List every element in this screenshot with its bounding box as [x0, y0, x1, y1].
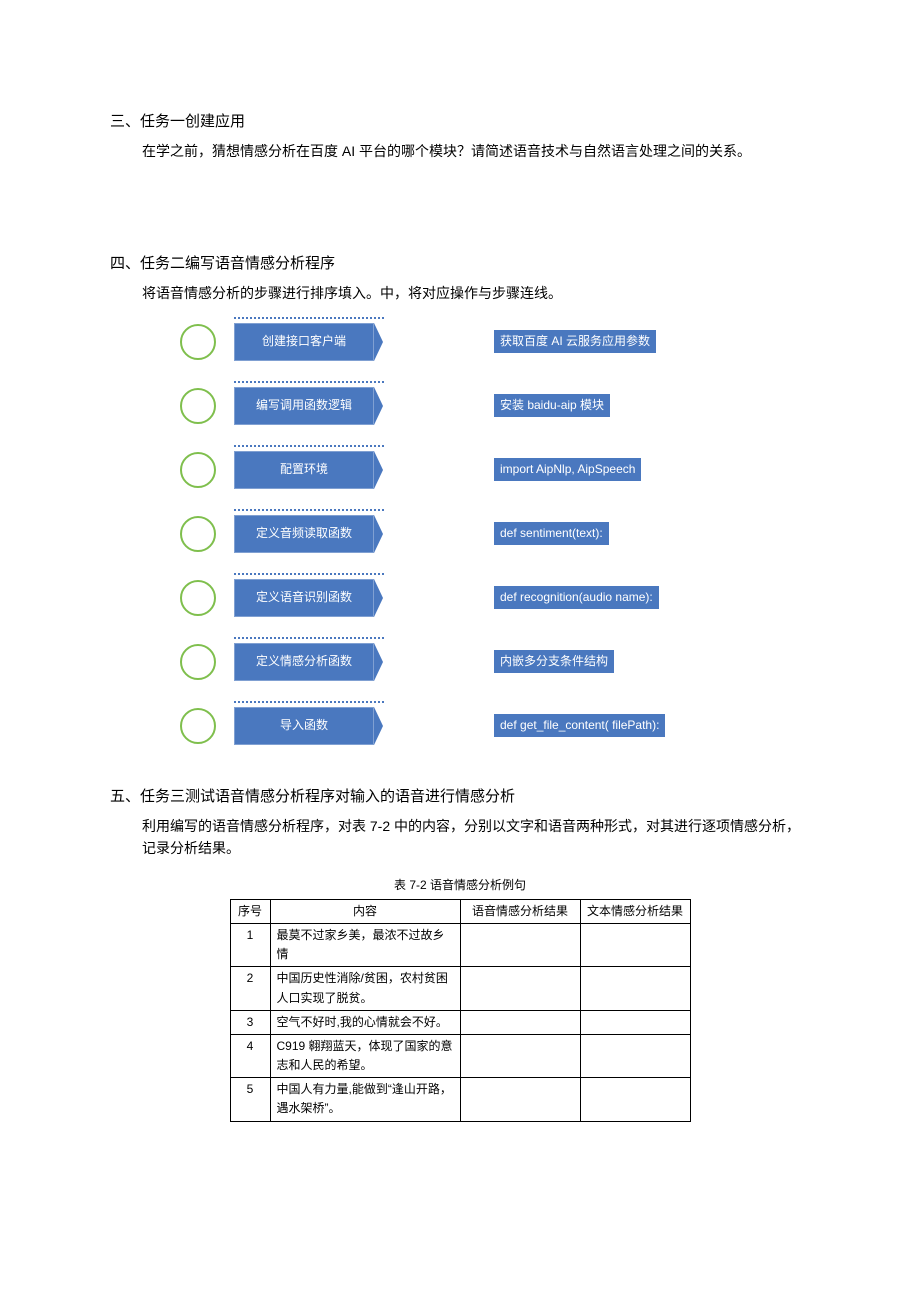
cell-text-result[interactable]: [580, 923, 690, 966]
step-label: 配置环境: [280, 460, 328, 479]
header-seq: 序号: [230, 899, 270, 923]
operation-label[interactable]: 获取百度 AI 云服务应用参数: [494, 330, 656, 353]
cell-content: 空气不好时,我的心情就会不好。: [270, 1010, 460, 1034]
cell-voice-result[interactable]: [460, 923, 580, 966]
sentiment-table: 序号 内容 语音情感分析结果 文本情感分析结果 1 最莫不过家乡美，最浓不过故乡…: [230, 899, 691, 1122]
section-3-text: 在学之前，猜想情感分析在百度 AI 平台的哪个模块？请简述语音技术与自然语言处理…: [142, 140, 810, 162]
header-content: 内容: [270, 899, 460, 923]
table-header-row: 序号 内容 语音情感分析结果 文本情感分析结果: [230, 899, 690, 923]
section-task-1: 三、任务一创建应用 在学之前，猜想情感分析在百度 AI 平台的哪个模块？请简述语…: [110, 110, 810, 162]
cell-seq: 5: [230, 1078, 270, 1121]
match-row: 创建接口客户端 获取百度 AI 云服务应用参数: [180, 323, 810, 361]
cell-text-result[interactable]: [580, 967, 690, 1010]
cell-voice-result[interactable]: [460, 1078, 580, 1121]
cell-content: 最莫不过家乡美，最浓不过故乡情: [270, 923, 460, 966]
cell-seq: 3: [230, 1010, 270, 1034]
match-row: 导入函数 def get_file_content( filePath):: [180, 707, 810, 745]
section-4-body: 将语音情感分析的步骤进行排序填入。中，将对应操作与步骤连线。: [110, 282, 810, 304]
cell-voice-result[interactable]: [460, 1034, 580, 1077]
cell-voice-result[interactable]: [460, 967, 580, 1010]
cell-content: 中国历史性消除/贫困，农村贫困人口实现了脱贫。: [270, 967, 460, 1010]
step-pill[interactable]: 配置环境: [234, 451, 374, 489]
cell-seq: 4: [230, 1034, 270, 1077]
step-label: 编写调用函数逻辑: [256, 396, 352, 415]
section-5-text: 利用编写的语音情感分析程序，对表 7-2 中的内容，分别以文字和语音两种形式，对…: [142, 815, 810, 860]
order-circle[interactable]: [180, 708, 216, 744]
order-circle[interactable]: [180, 516, 216, 552]
operation-label[interactable]: def get_file_content( filePath):: [494, 714, 665, 737]
table-row: 2 中国历史性消除/贫困，农村贫困人口实现了脱贫。: [230, 967, 690, 1010]
section-3-body: 在学之前，猜想情感分析在百度 AI 平台的哪个模块？请简述语音技术与自然语言处理…: [110, 140, 810, 162]
step-label: 定义音频读取函数: [256, 524, 352, 543]
matching-exercise: 创建接口客户端 获取百度 AI 云服务应用参数 编写调用函数逻辑 安装 baid…: [110, 323, 810, 745]
step-label: 定义情感分析函数: [256, 652, 352, 671]
step-pill[interactable]: 创建接口客户端: [234, 323, 374, 361]
step-pill[interactable]: 定义情感分析函数: [234, 643, 374, 681]
order-circle[interactable]: [180, 580, 216, 616]
section-4-heading: 四、任务二编写语音情感分析程序: [110, 252, 810, 276]
operation-label[interactable]: import AipNlp, AipSpeech: [494, 458, 641, 481]
cell-seq: 2: [230, 967, 270, 1010]
header-voice-result: 语音情感分析结果: [460, 899, 580, 923]
cell-text-result[interactable]: [580, 1010, 690, 1034]
step-label: 定义语音识别函数: [256, 588, 352, 607]
table-row: 5 中国人有力量,能做到“逢山开路，遇水架桥”。: [230, 1078, 690, 1121]
step-pill[interactable]: 导入函数: [234, 707, 374, 745]
table-row: 1 最莫不过家乡美，最浓不过故乡情: [230, 923, 690, 966]
match-row: 定义语音识别函数 def recognition(audio name):: [180, 579, 810, 617]
step-label: 导入函数: [280, 716, 328, 735]
cell-content: C919 翱翔蓝天，体现了国家的意志和人民的希望。: [270, 1034, 460, 1077]
cell-seq: 1: [230, 923, 270, 966]
step-pill[interactable]: 编写调用函数逻辑: [234, 387, 374, 425]
match-row: 定义情感分析函数 内嵌多分支条件结构: [180, 643, 810, 681]
cell-voice-result[interactable]: [460, 1010, 580, 1034]
operation-label[interactable]: 安装 baidu-aip 模块: [494, 394, 610, 417]
match-row: 编写调用函数逻辑 安装 baidu-aip 模块: [180, 387, 810, 425]
section-4-text: 将语音情感分析的步骤进行排序填入。中，将对应操作与步骤连线。: [142, 282, 810, 304]
section-task-2: 四、任务二编写语音情感分析程序 将语音情感分析的步骤进行排序填入。中，将对应操作…: [110, 252, 810, 744]
step-label: 创建接口客户端: [262, 332, 346, 351]
order-circle[interactable]: [180, 644, 216, 680]
step-pill[interactable]: 定义音频读取函数: [234, 515, 374, 553]
section-5-body: 利用编写的语音情感分析程序，对表 7-2 中的内容，分别以文字和语音两种形式，对…: [110, 815, 810, 860]
order-circle[interactable]: [180, 324, 216, 360]
order-circle[interactable]: [180, 452, 216, 488]
cell-content: 中国人有力量,能做到“逢山开路，遇水架桥”。: [270, 1078, 460, 1121]
operation-label[interactable]: 内嵌多分支条件结构: [494, 650, 614, 673]
cell-text-result[interactable]: [580, 1034, 690, 1077]
section-task-3: 五、任务三测试语音情感分析程序对输入的语音进行情感分析 利用编写的语音情感分析程…: [110, 785, 810, 1122]
order-circle[interactable]: [180, 388, 216, 424]
table-row: 3 空气不好时,我的心情就会不好。: [230, 1010, 690, 1034]
table-caption: 表 7-2 语音情感分析例句: [110, 876, 810, 895]
section-5-heading: 五、任务三测试语音情感分析程序对输入的语音进行情感分析: [110, 785, 810, 809]
match-row: 配置环境 import AipNlp, AipSpeech: [180, 451, 810, 489]
match-row: 定义音频读取函数 def sentiment(text):: [180, 515, 810, 553]
table-row: 4 C919 翱翔蓝天，体现了国家的意志和人民的希望。: [230, 1034, 690, 1077]
header-text-result: 文本情感分析结果: [580, 899, 690, 923]
step-pill[interactable]: 定义语音识别函数: [234, 579, 374, 617]
section-3-heading: 三、任务一创建应用: [110, 110, 810, 134]
operation-label[interactable]: def recognition(audio name):: [494, 586, 659, 609]
operation-label[interactable]: def sentiment(text):: [494, 522, 609, 545]
cell-text-result[interactable]: [580, 1078, 690, 1121]
